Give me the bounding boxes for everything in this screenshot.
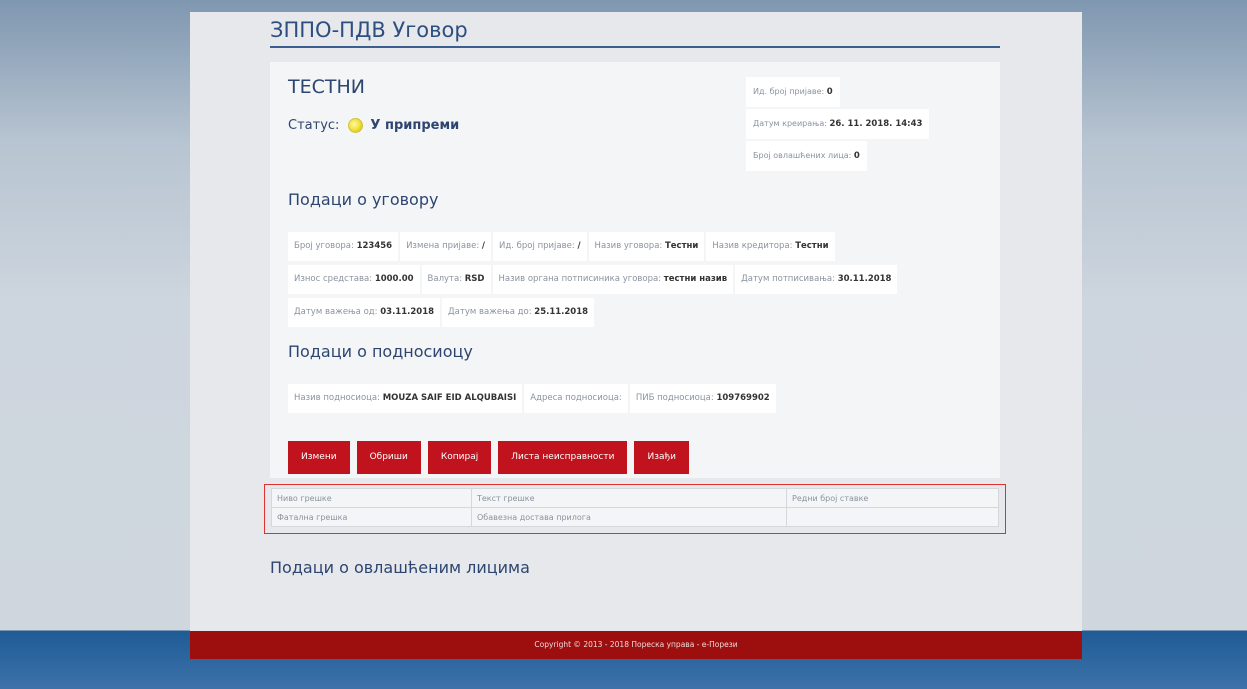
field-applicant-name: Назив подносиоца: MOUZA SAIF EID ALQUBAI… bbox=[288, 384, 523, 413]
field-signatory-body: Назив органа потписиника уговора: тестни… bbox=[492, 265, 734, 294]
status-value: У припреми bbox=[370, 118, 460, 133]
delete-button[interactable]: Обриши bbox=[356, 441, 421, 474]
status-line: Статус: У припреми bbox=[288, 118, 459, 133]
meta-application-id: Ид. број пријаве: 0 bbox=[746, 77, 840, 107]
field-applicant-address: Адреса подносиоца: bbox=[524, 384, 628, 413]
copy-button[interactable]: Копирај bbox=[427, 441, 492, 474]
footer-copyright: Copyright © 2013 - 2018 Пореска управа -… bbox=[190, 631, 1082, 659]
page-container: ЗППО-ПДВ Уговор ТЕСТНИ Статус: У припрем… bbox=[190, 12, 1082, 632]
field-valid-to: Датум важења до: 25.11.2018 bbox=[442, 298, 595, 327]
field-amount: Износ средстава: 1000.00 bbox=[288, 265, 420, 294]
field-application-id: Ид. број пријаве: / bbox=[493, 232, 587, 261]
field-application-change: Измена пријаве: / bbox=[400, 232, 492, 261]
error-table-wrapper: Ниво грешке Текст грешке Редни број став… bbox=[264, 484, 1006, 534]
contract-fields: Број уговора: 123456 Измена пријаве: / И… bbox=[288, 232, 988, 331]
page-title: ЗППО-ПДВ Уговор bbox=[270, 18, 468, 42]
meta-authorized-count: Број овлашћених лица: 0 bbox=[746, 141, 867, 171]
field-contract-name: Назив уговора: Тестни bbox=[588, 232, 705, 261]
cell-item-number bbox=[786, 507, 999, 527]
field-creditor-name: Назив кредитора: Тестни bbox=[706, 232, 835, 261]
column-header-error-text: Текст грешке bbox=[471, 488, 787, 508]
column-header-error-level: Ниво грешке bbox=[271, 488, 472, 508]
table-header-row: Ниво грешке Текст грешке Редни број став… bbox=[271, 488, 999, 508]
error-table: Ниво грешке Текст грешке Редни број став… bbox=[271, 488, 999, 527]
field-valid-from: Датум важења од: 03.11.2018 bbox=[288, 298, 441, 327]
authorized-persons-heading: Подаци о овлашћеним лицима bbox=[270, 558, 530, 577]
cell-error-level: Фатална грешка bbox=[271, 507, 472, 527]
applicant-heading: Подаци о подносиоцу bbox=[288, 342, 473, 361]
exit-button[interactable]: Изађи bbox=[634, 441, 689, 474]
field-applicant-pib: ПИБ подносиоца: 109769902 bbox=[629, 384, 776, 413]
meta-created-date: Датум креирања: 26. 11. 2018. 14:43 bbox=[746, 109, 930, 139]
meta-panel: Ид. број пријаве: 0 Датум креирања: 26. … bbox=[746, 77, 930, 173]
action-buttons: Измени Обриши Копирај Листа неисправност… bbox=[288, 441, 696, 474]
edit-button[interactable]: Измени bbox=[288, 441, 350, 474]
table-row: Фатална грешка Обавезна достава прилога bbox=[271, 507, 999, 527]
contract-card: ТЕСТНИ Статус: У припреми Ид. број прија… bbox=[270, 62, 1000, 478]
status-label: Статус: bbox=[288, 118, 340, 133]
contract-heading: Подаци о уговору bbox=[288, 190, 439, 209]
column-header-item-number: Редни број ставке bbox=[786, 488, 999, 508]
status-bulb-icon bbox=[348, 118, 364, 133]
field-signing-date: Датум потписивања: 30.11.2018 bbox=[735, 265, 898, 294]
page-title-bar: ЗППО-ПДВ Уговор bbox=[270, 18, 1000, 48]
error-list-button[interactable]: Листа неисправности bbox=[498, 441, 628, 474]
card-title: ТЕСТНИ bbox=[288, 76, 365, 98]
applicant-fields: Назив подносиоца: MOUZA SAIF EID ALQUBAI… bbox=[288, 384, 988, 417]
field-currency: Валута: RSD bbox=[421, 265, 491, 294]
field-contract-number: Број уговора: 123456 bbox=[288, 232, 399, 261]
cell-error-text: Обавезна достава прилога bbox=[471, 507, 787, 527]
